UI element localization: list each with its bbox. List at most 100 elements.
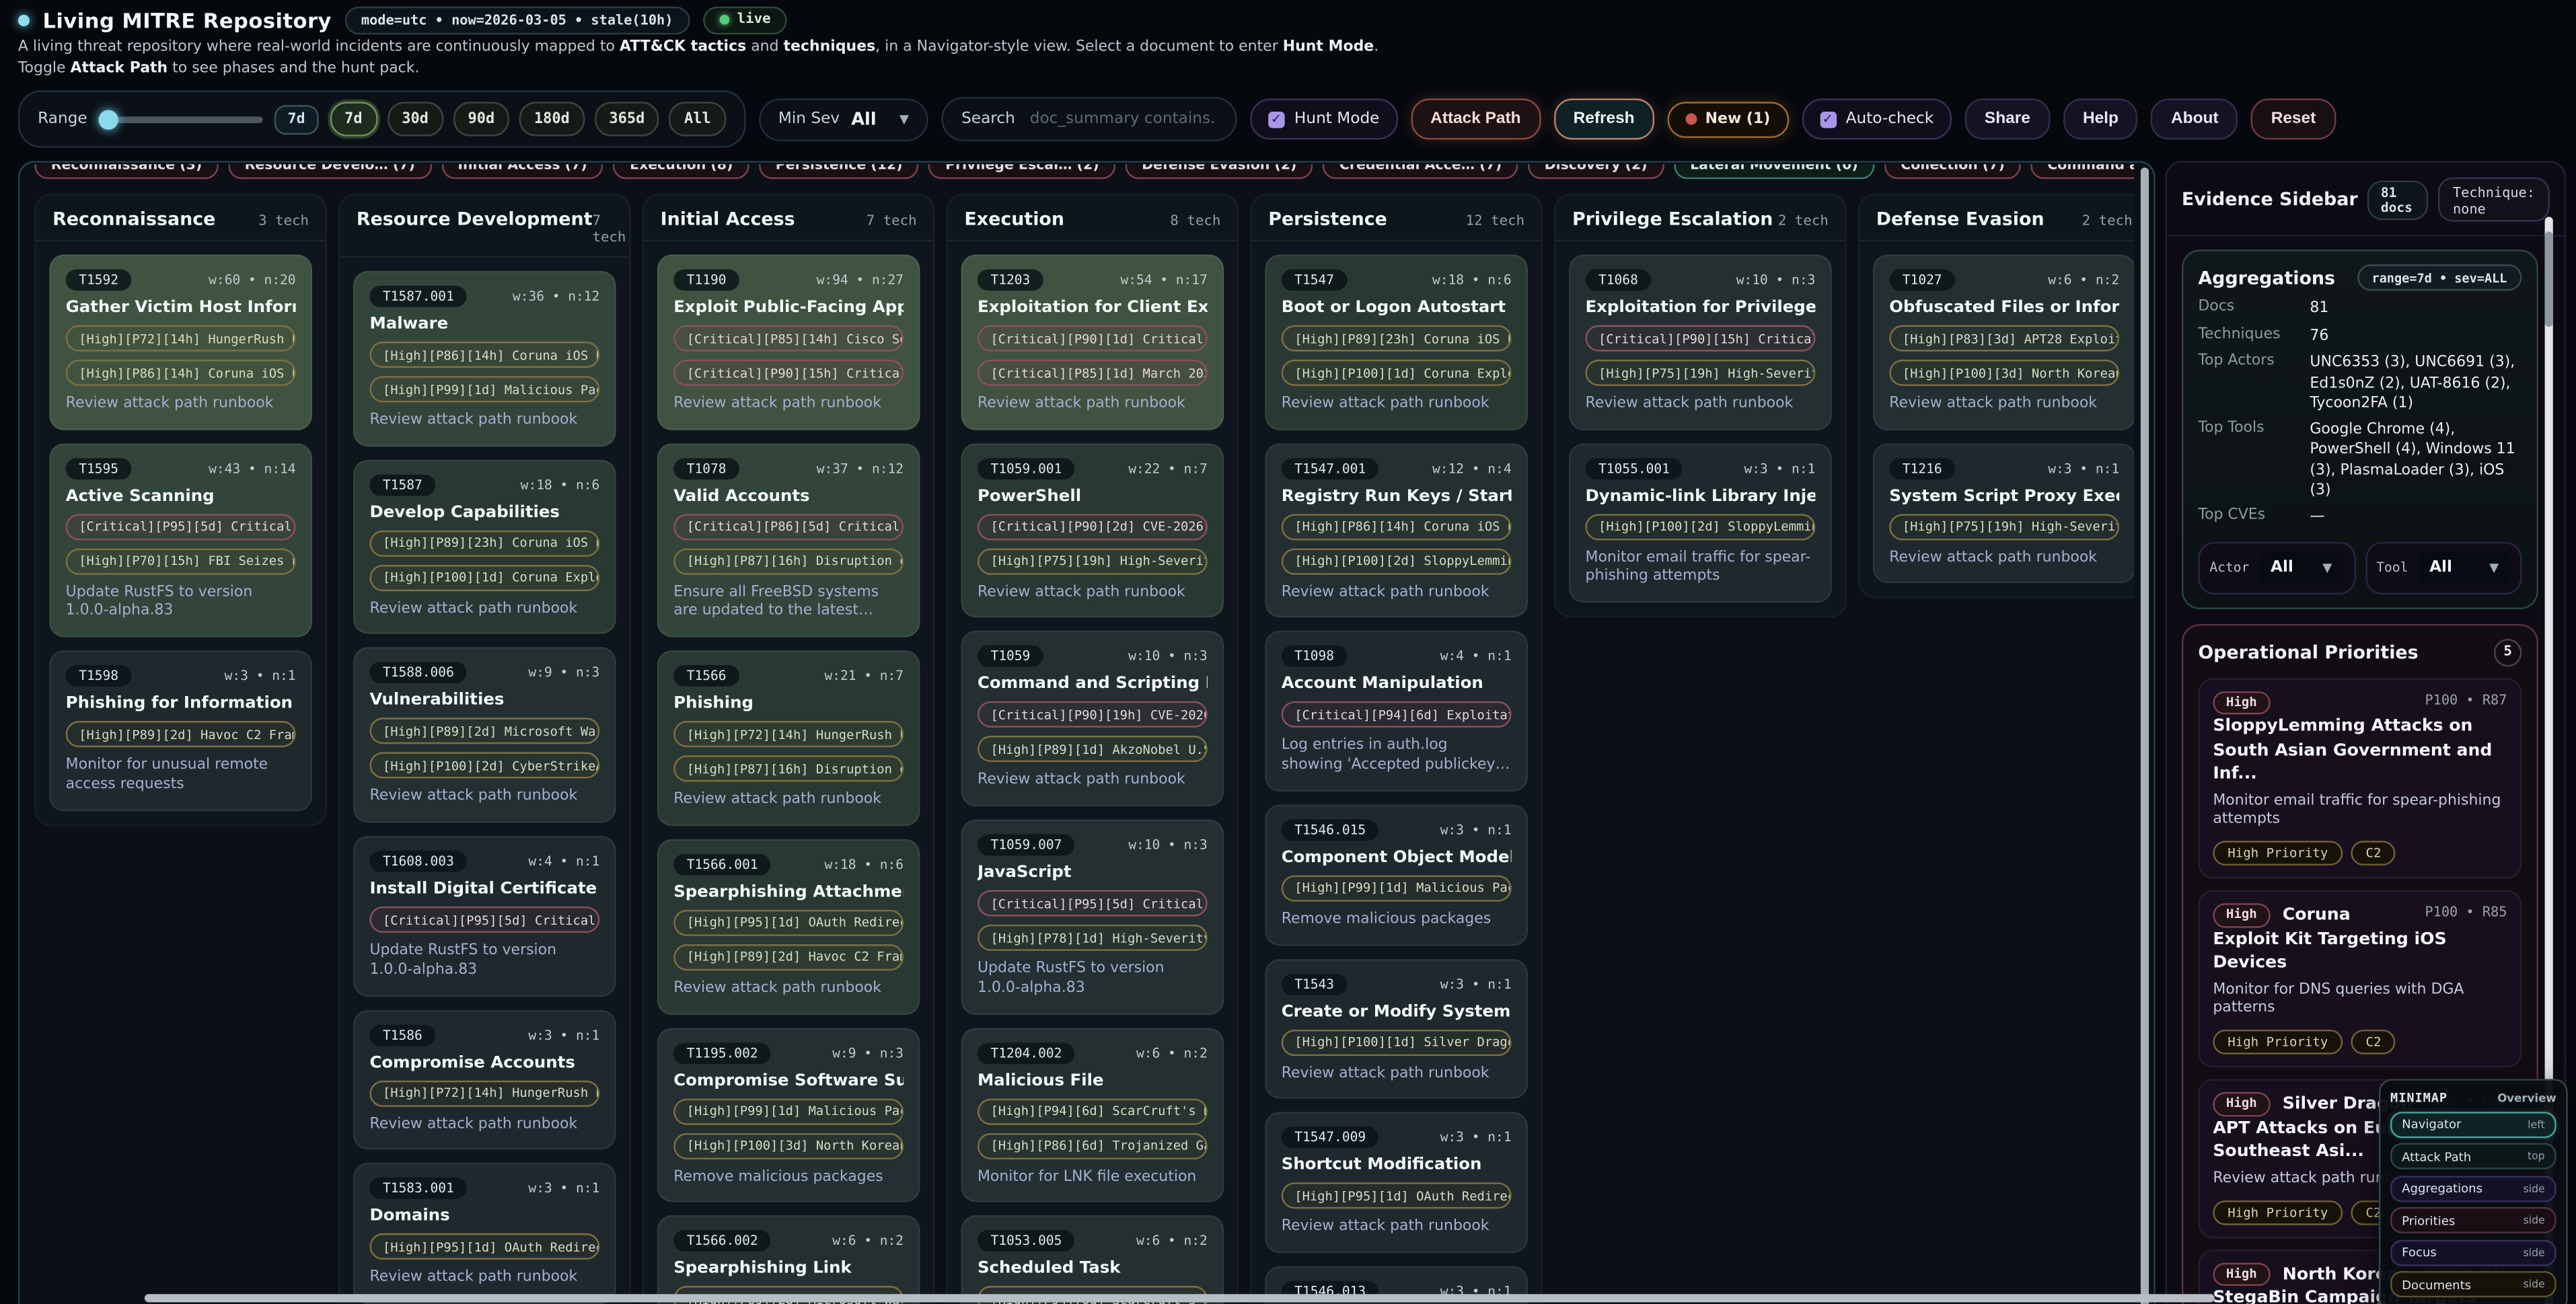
minimap-item-navigator[interactable]: Navigatorleft xyxy=(2390,1111,2556,1137)
technique-card[interactable]: T1595w:43 • n:14Active Scanning[Critical… xyxy=(49,443,312,638)
tactic-chip[interactable]: Reconnaissance (3) xyxy=(34,164,218,179)
help-button[interactable]: Help xyxy=(2063,99,2139,140)
sidebar-scrollbar-thumb[interactable] xyxy=(2545,232,2553,328)
evidence-chip[interactable]: [High][P100][2d] SloppyLemming Att… xyxy=(1585,514,1815,540)
evidence-chip[interactable]: [High][P100][3d] North Korean Steg… xyxy=(1889,360,2119,386)
evidence-chip[interactable]: [High][P89][2d] Havoc C2 Framewor… xyxy=(66,721,296,747)
tactic-chip[interactable]: Initial Access (7) xyxy=(441,164,603,179)
evidence-chip[interactable]: [Critical][P95][5d] Critical Stored X… xyxy=(369,907,599,933)
range-button-90d[interactable]: 90d xyxy=(453,102,510,137)
evidence-chip[interactable]: [Critical][P90][2d] CVE-2026-27728: C… xyxy=(978,514,1208,540)
technique-card[interactable]: T1547w:18 • n:6Boot or Logon Autostart E… xyxy=(1265,255,1528,430)
minimap-item-priorities[interactable]: Prioritiesside xyxy=(2390,1207,2556,1233)
evidence-chip[interactable]: [Critical][P90][19h] CVE-2026-22719 E… xyxy=(978,702,1208,728)
checkbox-checked-icon[interactable]: ✓ xyxy=(1268,111,1284,127)
range-button-180d[interactable]: 180d xyxy=(519,102,585,137)
share-button[interactable]: Share xyxy=(1965,99,2050,140)
evidence-chip[interactable]: [High][P86][14h] Coruna iOS Exploi… xyxy=(1282,514,1512,540)
hunt-mode-toggle[interactable]: ✓ Hunt Mode xyxy=(1250,99,1397,140)
technique-card[interactable]: T1059.007w:10 • n:3JavaScript[Critical][… xyxy=(961,820,1224,1014)
search-input[interactable] xyxy=(1027,108,1217,130)
evidence-chip[interactable]: [High][P78][1d] High-Severity XSS… xyxy=(978,925,1208,951)
evidence-chip[interactable]: [High][P100][1d] Coruna Exploit Ki… xyxy=(369,565,599,591)
range-button-all[interactable]: All xyxy=(669,102,726,137)
technique-card[interactable]: T1587w:18 • n:6Develop Capabilities[High… xyxy=(353,459,616,635)
attack-path-button[interactable]: Attack Path xyxy=(1411,99,1541,140)
technique-card[interactable]: T1098w:4 • n:1Account Manipulation[Criti… xyxy=(1265,631,1528,792)
evidence-chip[interactable]: [High][P89][2d] Microsoft Warns o… xyxy=(369,718,599,744)
evidence-chip[interactable]: [High][P100][1d] Coruna Exploit Ki… xyxy=(1282,360,1512,386)
tactic-chip[interactable]: Command and Con… (7) xyxy=(2031,164,2134,179)
reset-button[interactable]: Reset xyxy=(2251,99,2335,140)
technique-card[interactable]: T1583.001w:3 • n:1Domains[High][P95][1d]… xyxy=(353,1163,616,1303)
evidence-chip[interactable]: [High][P72][14h] HungerRush POS Pl… xyxy=(369,1080,599,1106)
tactic-chip[interactable]: Collection (7) xyxy=(1884,164,2021,179)
evidence-chip[interactable]: [High][P75][19h] High-Severity Vul… xyxy=(1889,514,2119,540)
evidence-chip[interactable]: [High][P83][3d] APT28 Exploits CV… xyxy=(1889,325,2119,352)
technique-card[interactable]: T1547.001w:12 • n:4Registry Run Keys / S… xyxy=(1265,443,1528,619)
checkbox-checked-icon[interactable]: ✓ xyxy=(1820,111,1836,127)
evidence-chip[interactable]: [High][P86][14h] Coruna iOS Exploi… xyxy=(369,342,599,368)
actor-filter-select[interactable]: All ▼ xyxy=(2259,551,2344,584)
evidence-chip[interactable]: [Critical][P90][15h] Critical Qualcom… xyxy=(1585,325,1815,352)
technique-card[interactable]: T1059w:10 • n:3Command and Scripting Int… xyxy=(961,631,1224,807)
minimap-item-aggregations[interactable]: Aggregationsside xyxy=(2390,1175,2556,1201)
technique-card[interactable]: T1566.002w:6 • n:2Spearphishing Link[Hig… xyxy=(657,1216,920,1304)
tactic-chip[interactable]: Credential Acce… (7) xyxy=(1323,164,1518,179)
auto-check-toggle[interactable]: ✓ Auto-check xyxy=(1802,99,1952,140)
range-button-7d[interactable]: 7d xyxy=(330,102,377,137)
technique-card[interactable]: T1027w:6 • n:2Obfuscated Files or Inform… xyxy=(1873,255,2134,430)
technique-card[interactable]: T1078w:37 • n:12Valid Accounts[Critical]… xyxy=(657,443,920,638)
tactic-chip[interactable]: Lateral Movement (0) xyxy=(1674,164,1875,179)
evidence-chip[interactable]: [Critical][P86][5d] Critical Vulnerab… xyxy=(673,514,904,540)
range-slider-thumb[interactable] xyxy=(99,110,118,129)
evidence-chip[interactable]: [High][P100][3d] North Korean Steg… xyxy=(673,1133,904,1159)
evidence-chip[interactable]: [High][P89][23h] Coruna iOS Exploi… xyxy=(369,530,599,556)
evidence-chip[interactable]: [High][P100][1d] Silver Dragon APT… xyxy=(1282,1029,1512,1055)
range-button-30d[interactable]: 30d xyxy=(387,102,443,137)
technique-card[interactable]: T1566w:21 • n:7Phishing[High][P72][14h] … xyxy=(657,650,920,826)
refresh-button[interactable]: Refresh xyxy=(1553,99,1654,140)
tactic-chip[interactable]: Privilege Escal… (2) xyxy=(929,164,1115,179)
evidence-chip[interactable]: [High][P99][1d] Malicious Packagi… xyxy=(369,376,599,402)
evidence-chip[interactable]: [Critical][P85][1d] March 2026 Androi… xyxy=(978,360,1208,386)
technique-card[interactable]: T1586w:3 • n:1Compromise Accounts[High][… xyxy=(353,1009,616,1150)
evidence-chip[interactable]: [Critical][P90][15h] Critical Qualcom… xyxy=(673,360,904,386)
technique-card[interactable]: T1203w:54 • n:17Exploitation for Client … xyxy=(961,255,1224,430)
evidence-chip[interactable]: [High][P72][14h] HungerRush POS Pl… xyxy=(66,325,296,352)
technique-card[interactable]: T1598w:3 • n:1Phishing for Information[H… xyxy=(49,650,312,810)
evidence-chip[interactable]: [High][P87][16h] Disruption of Tyc… xyxy=(673,548,904,574)
technique-card[interactable]: T1195.002w:9 • n:3Compromise Software Su… xyxy=(657,1028,920,1203)
priority-card[interactable]: P100 • R87High SloppyLemming Attacks on … xyxy=(2198,677,2522,878)
evidence-chip[interactable]: [Critical][P95][5d] Critical Stored X… xyxy=(978,890,1208,917)
technique-card[interactable]: T1055.001w:3 • n:1Dynamic-link Library I… xyxy=(1569,443,1832,603)
technique-card[interactable]: T1543w:3 • n:1Create or Modify System Pr… xyxy=(1265,958,1528,1099)
evidence-chip[interactable]: [High][P94][6d] ScarCruft's Ruby … xyxy=(978,1098,1208,1124)
evidence-chip[interactable]: [High][P87][16h] Disruption of Tyc… xyxy=(673,756,904,782)
technique-card[interactable]: T1546.015w:3 • n:1Component Object Model… xyxy=(1265,804,1528,945)
tactic-chip[interactable]: Persistence (12) xyxy=(759,164,919,179)
evidence-chip[interactable]: [High][P95][1d] OAuth Redirection… xyxy=(369,1233,599,1260)
evidence-chip[interactable]: [High][P75][19h] High-Severity Vul… xyxy=(978,548,1208,574)
technique-card[interactable]: T1587.001w:36 • n:12Malware[High][P86][1… xyxy=(353,271,616,447)
navigator-vertical-scrollbar[interactable] xyxy=(2141,167,2149,1304)
tactic-chip[interactable]: Discovery (2) xyxy=(1528,164,1664,179)
evidence-chip[interactable]: [High][P75][19h] High-Severity Vul… xyxy=(1585,360,1815,386)
tactic-chip[interactable]: Defense Evasion (2) xyxy=(1126,164,1313,179)
technique-card[interactable]: T1068w:10 • n:3Exploitation for Privileg… xyxy=(1569,255,1832,430)
evidence-chip[interactable]: [High][P72][14h] HungerRush POS Pl… xyxy=(673,721,904,747)
technique-card[interactable]: T1190w:94 • n:27Exploit Public-Facing Ap… xyxy=(657,255,920,430)
evidence-chip[interactable]: [Critical][P85][14h] Cisco Secure Fir… xyxy=(673,325,904,352)
technique-card[interactable]: T1592w:60 • n:20Gather Victim Host Infor… xyxy=(49,255,312,430)
evidence-chip[interactable]: [High][P86][14h] Coruna iOS Exploi… xyxy=(66,360,296,386)
horizontal-scrollbar[interactable] xyxy=(0,1294,2576,1304)
about-button[interactable]: About xyxy=(2151,99,2238,140)
technique-card[interactable]: T1588.006w:9 • n:3Vulnerabilities[High][… xyxy=(353,648,616,823)
evidence-chip[interactable]: [High][P99][1d] Malicious Packagi… xyxy=(1282,875,1512,901)
technique-card[interactable]: T1216w:3 • n:1System Script Proxy Execut… xyxy=(1873,443,2134,584)
technique-card[interactable]: T1059.001w:22 • n:7PowerShell[Critical][… xyxy=(961,443,1224,619)
evidence-chip[interactable]: [High][P95][1d] OAuth Redirection… xyxy=(673,909,904,935)
range-button-365d[interactable]: 365d xyxy=(594,102,659,137)
evidence-chip[interactable]: [Critical][P94][6d] Exploitation of Z… xyxy=(1282,702,1512,728)
evidence-chip[interactable]: [Critical][P90][1d] Critical Command … xyxy=(978,325,1208,352)
